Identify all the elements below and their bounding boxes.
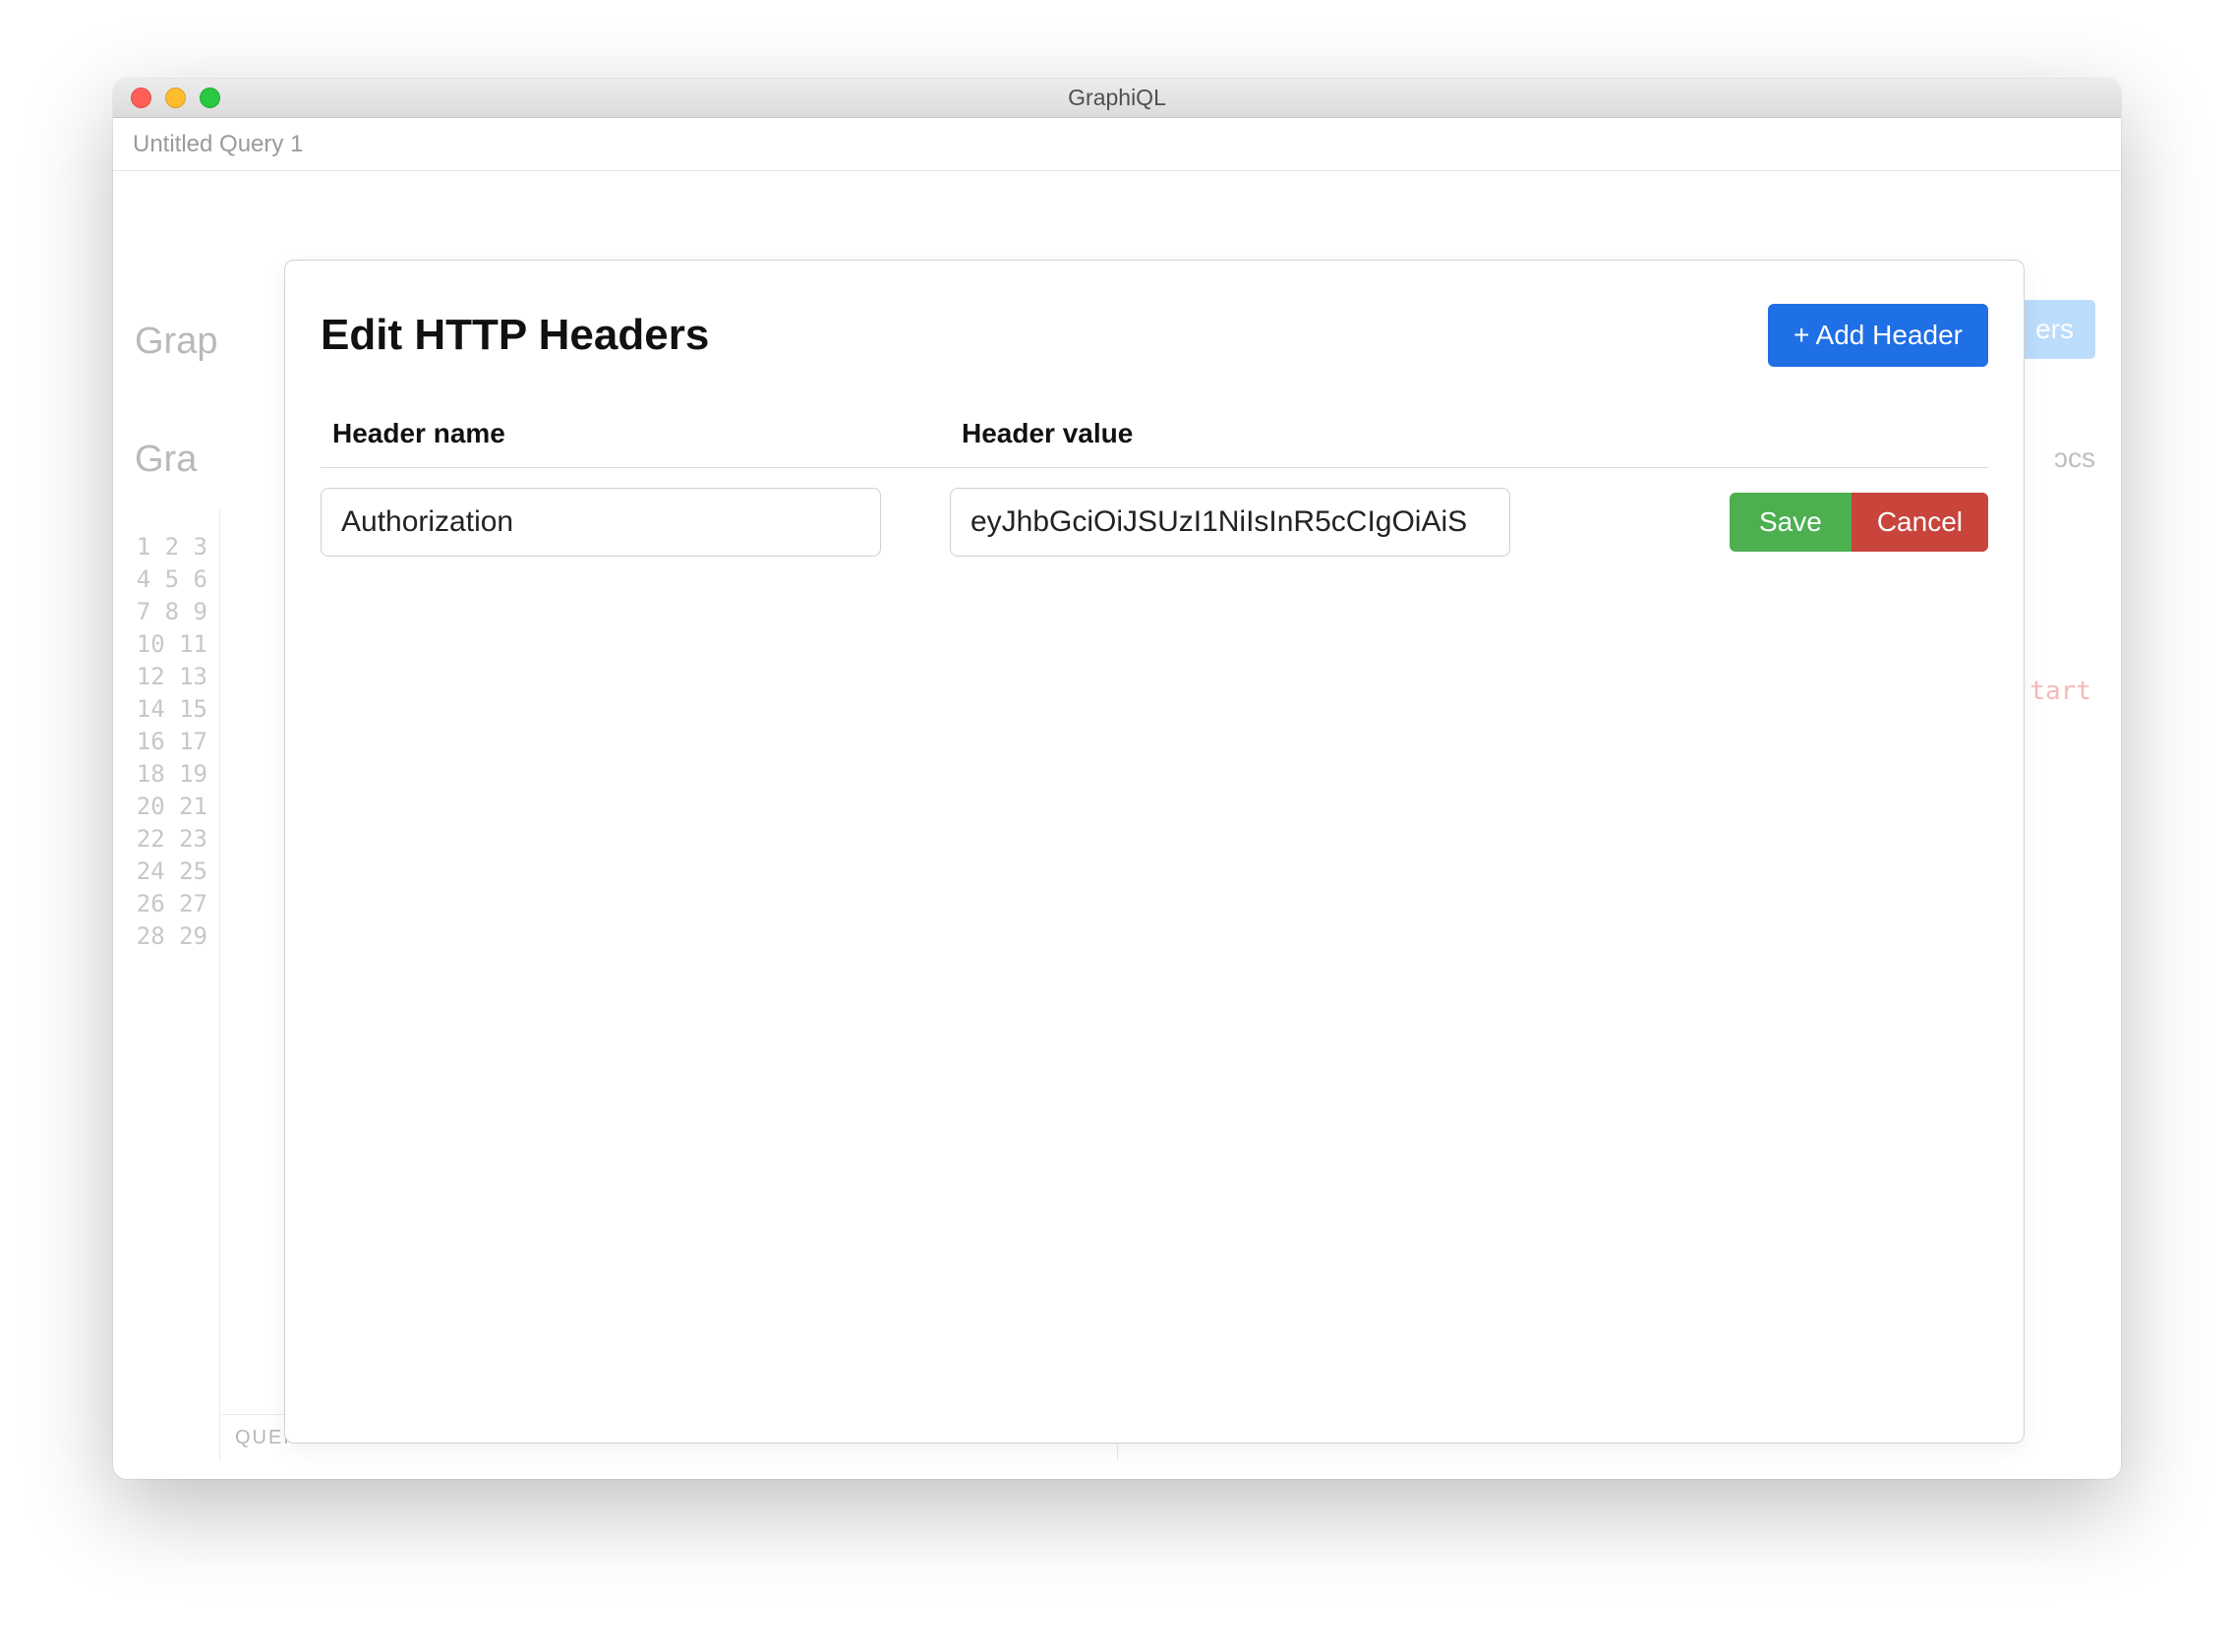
- header-name-input[interactable]: [321, 488, 881, 557]
- headers-table: Header name Header value Save Cancel: [321, 410, 1988, 557]
- window-title: GraphiQL: [113, 85, 2121, 111]
- row-actions: Save Cancel: [1730, 493, 1988, 552]
- endpoint-label-fragment: Gra: [135, 439, 197, 481]
- header-value-input[interactable]: [950, 488, 1510, 557]
- titlebar: GraphiQL: [113, 79, 2121, 118]
- cancel-button[interactable]: Cancel: [1852, 493, 1988, 552]
- edit-http-headers-modal: Edit HTTP Headers + Add Header Header na…: [284, 260, 2025, 1444]
- col-header-value: Header value: [962, 418, 1674, 449]
- logo-text-fragment: Grap: [135, 321, 217, 363]
- docs-button-fragment[interactable]: ɔcs: [2054, 442, 2095, 474]
- add-header-button[interactable]: + Add Header: [1768, 304, 1988, 367]
- tab-bar: Untitled Query 1: [113, 118, 2121, 171]
- app-window: GraphiQL Untitled Query 1 Grap Gra ers ɔ…: [113, 79, 2121, 1479]
- editor-gutter: 1 2 3 4 5 6 7 8 9 10 11 12 13 14 15 16 1…: [129, 531, 227, 1408]
- table-row: Save Cancel: [321, 468, 1988, 557]
- save-button[interactable]: Save: [1730, 493, 1852, 552]
- headers-button-fragment[interactable]: ers: [2014, 300, 2095, 359]
- editor-code-fragment: tart: [2029, 677, 2091, 706]
- tab-active[interactable]: Untitled Query 1: [133, 131, 303, 158]
- col-header-name: Header name: [332, 418, 962, 449]
- modal-title: Edit HTTP Headers: [321, 311, 709, 360]
